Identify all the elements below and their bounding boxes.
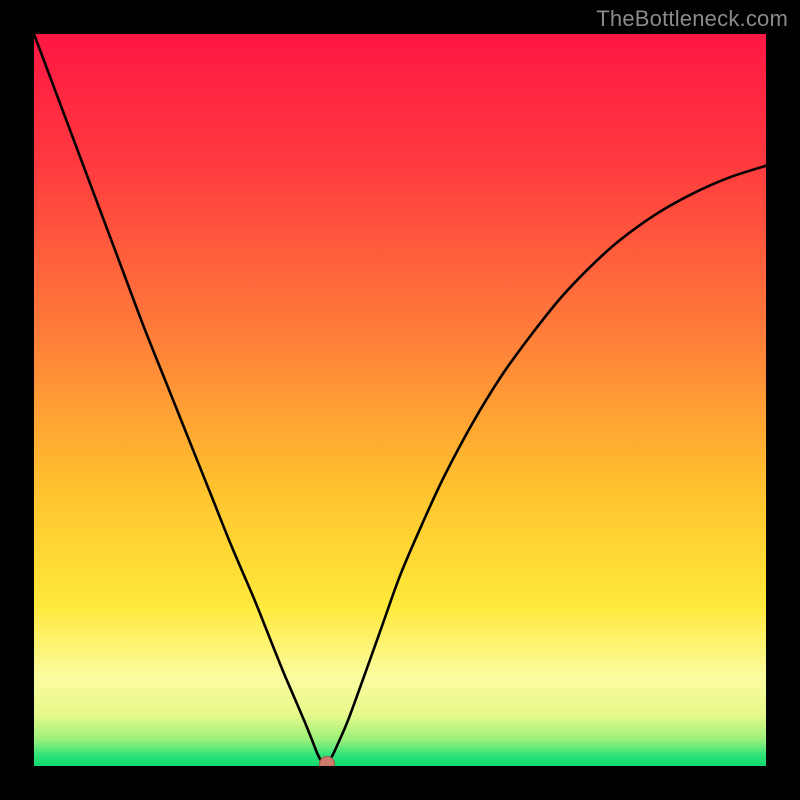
optimal-point-marker (319, 756, 335, 766)
watermark-label: TheBottleneck.com (596, 6, 788, 32)
chart-frame: TheBottleneck.com (0, 0, 800, 800)
bottleneck-curve (34, 34, 766, 766)
plot-area (34, 34, 766, 766)
